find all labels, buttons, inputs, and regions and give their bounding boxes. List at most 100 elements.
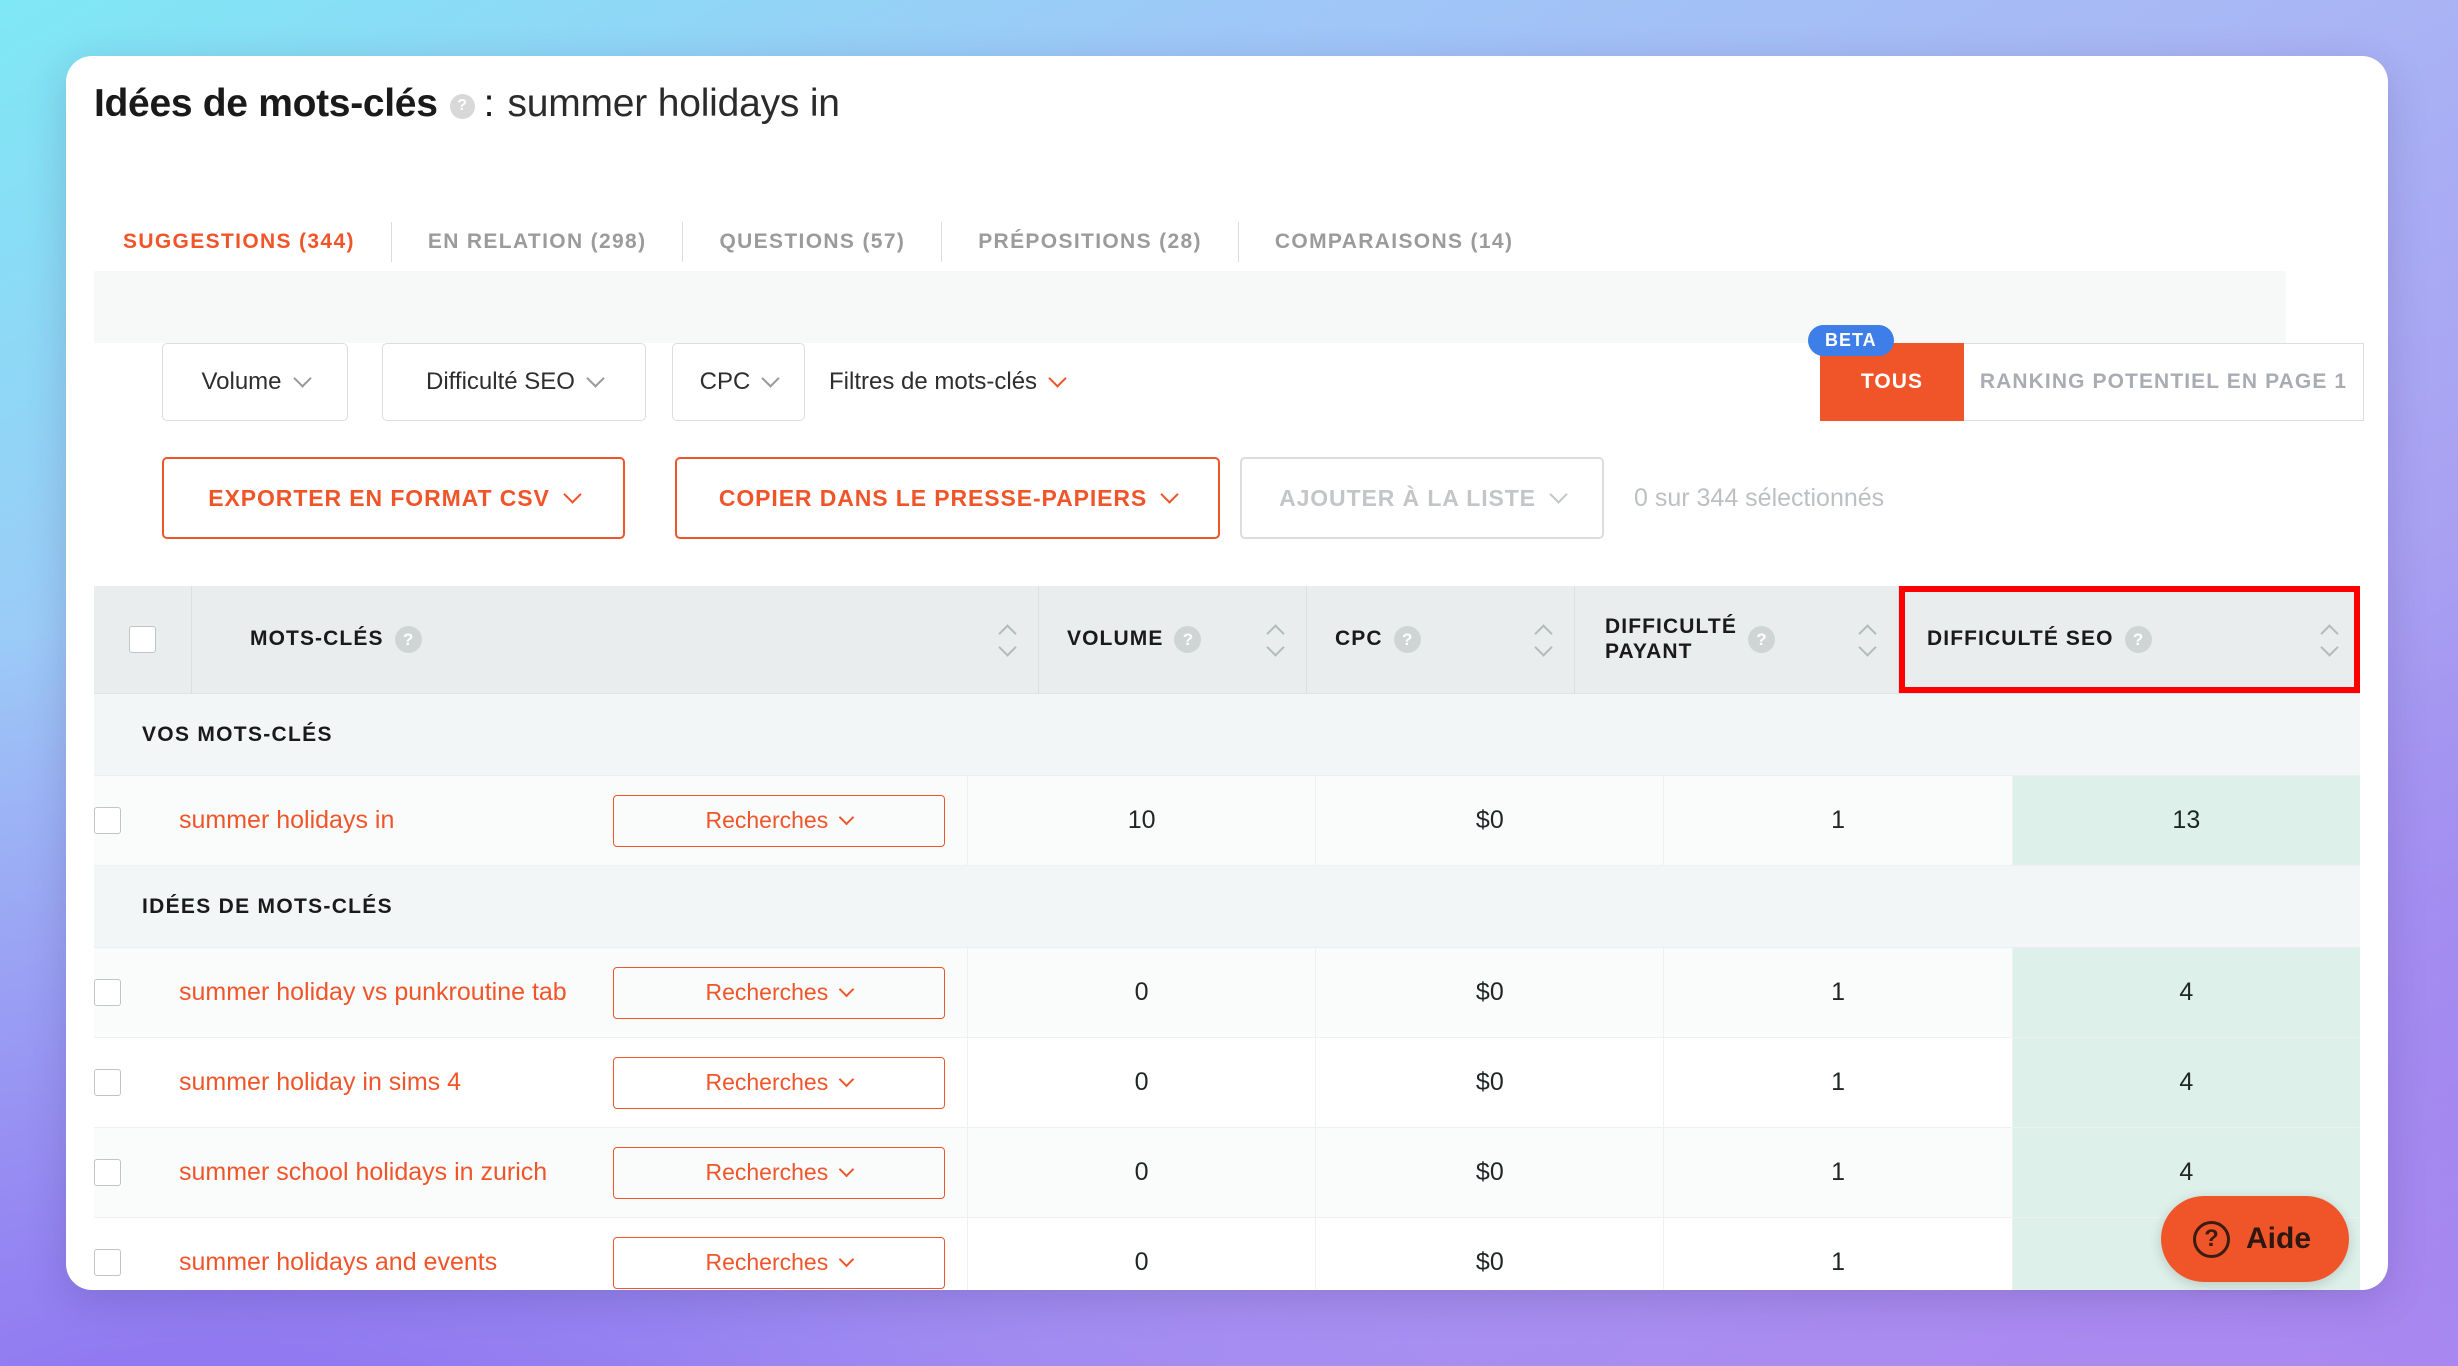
chevron-down-icon (838, 809, 855, 826)
row-select-cell (94, 1038, 121, 1127)
copy-clipboard-label: COPIER DANS LE PRESSE-PAPIERS (718, 484, 1148, 511)
keyword-link[interactable]: summer holiday in sims 4 (179, 1068, 613, 1097)
table-header-row: MOTS-CLÉS ? VOLUME ? CPC ? DIFFICULTÉ PA… (94, 586, 2360, 694)
page-title-bold: Idées de mots-clés (94, 82, 438, 125)
cpc-cell: $0 (1316, 948, 1665, 1037)
keyword-cell: summer holidays and events Recherches (121, 1218, 968, 1290)
table-row[interactable]: summer holiday vs punkroutine tab Recher… (94, 948, 2361, 1038)
volume-cell: 0 (968, 1128, 1317, 1217)
sort-descending-icon (1859, 644, 1876, 653)
table-row[interactable]: summer holidays and events Recherches 0 … (94, 1218, 2361, 1290)
sort-ascending-icon (2321, 626, 2338, 635)
sort-descending-icon (1267, 644, 1284, 653)
page-title-query: summer holidays in (507, 82, 840, 125)
searches-dropdown-button[interactable]: Recherches (612, 1146, 945, 1199)
keyword-link[interactable]: summer holidays and events (179, 1248, 613, 1277)
tab-en-relation[interactable]: EN RELATION (298) (392, 222, 684, 262)
column-header-cpc-label: CPC (1335, 627, 1383, 651)
seo-difficulty-cell: 13 (2012, 776, 2361, 865)
row-checkbox[interactable] (94, 1159, 121, 1186)
help-icon[interactable]: ? (1174, 626, 1202, 653)
sort-ascending-icon (999, 626, 1016, 635)
sort-descending-icon (2321, 644, 2338, 653)
paid-difficulty-line2: PAYANT (1605, 639, 1693, 663)
sort-seo-difficulty[interactable] (2321, 626, 2338, 653)
chevron-down-icon (838, 981, 855, 998)
column-header-paid-difficulty-label: DIFFICULTÉ PAYANT (1605, 615, 1737, 665)
copy-clipboard-button[interactable]: COPIER DANS LE PRESSE-PAPIERS (675, 457, 1220, 539)
help-icon[interactable]: ? (394, 626, 422, 653)
sort-descending-icon (999, 644, 1016, 653)
keyword-link[interactable]: summer school holidays in zurich (179, 1158, 613, 1187)
table-row[interactable]: summer holiday in sims 4 Recherches 0 $0… (94, 1038, 2361, 1128)
filter-volume[interactable]: Volume (162, 343, 348, 421)
help-icon[interactable]: ? (2124, 626, 2152, 653)
filter-cpc[interactable]: CPC (672, 343, 805, 421)
add-to-list-label: AJOUTER À LA LISTE (1279, 484, 1536, 511)
sort-cpc[interactable] (1535, 626, 1552, 653)
searches-dropdown-button[interactable]: Recherches (612, 1236, 945, 1289)
filter-keyword-filters[interactable]: Filtres de mots-clés (829, 343, 1067, 421)
page-title: Idées de mots-clés ? : summer holidays i… (94, 82, 840, 126)
keyword-link[interactable]: summer holiday vs punkroutine tab (179, 978, 613, 1007)
export-csv-button[interactable]: EXPORTER EN FORMAT CSV (162, 457, 625, 539)
chevron-down-icon (838, 1071, 855, 1088)
sort-ascending-icon (1535, 626, 1552, 635)
table-row[interactable]: summer school holidays in zurich Recherc… (94, 1128, 2361, 1218)
column-header-seo-difficulty[interactable]: DIFFICULTÉ SEO ? (1899, 586, 2360, 693)
tab-prepositions[interactable]: PRÉPOSITIONS (28) (942, 222, 1239, 262)
keyword-link[interactable]: summer holidays in (179, 806, 613, 835)
keyword-cell: summer holiday vs punkroutine tab Recher… (121, 948, 968, 1037)
tab-suggestions[interactable]: SUGGESTIONS (344) (91, 222, 392, 262)
row-checkbox[interactable] (94, 1249, 121, 1276)
chevron-down-icon (292, 368, 312, 388)
add-to-list-button: AJOUTER À LA LISTE (1240, 457, 1604, 539)
volume-cell: 0 (968, 1038, 1317, 1127)
paid-difficulty-cell: 1 (1664, 1218, 2013, 1290)
help-icon[interactable]: ? (1747, 626, 1775, 653)
sort-keywords[interactable] (999, 626, 1016, 653)
volume-cell: 0 (968, 948, 1317, 1037)
column-header-paid-difficulty[interactable]: DIFFICULTÉ PAYANT ? (1575, 586, 1899, 693)
searches-dropdown-button[interactable]: Recherches (612, 1056, 945, 1109)
question-mark-icon: ? (2193, 1220, 2230, 1258)
table-row[interactable]: summer holidays in Recherches 10 $0 1 13 (94, 776, 2361, 866)
paid-difficulty-cell: 1 (1664, 1038, 2013, 1127)
row-checkbox[interactable] (94, 1069, 121, 1096)
toolbar-background-strip (94, 271, 2286, 343)
column-header-volume[interactable]: VOLUME ? (1039, 586, 1307, 693)
volume-cell: 10 (968, 776, 1317, 865)
chevron-down-icon (1549, 484, 1568, 504)
row-checkbox[interactable] (94, 807, 121, 834)
row-select-cell (94, 776, 121, 865)
cpc-cell: $0 (1316, 1038, 1665, 1127)
tab-comparaisons[interactable]: COMPARAISONS (14) (1239, 222, 1549, 262)
select-all-checkbox[interactable] (129, 626, 156, 653)
row-select-cell (94, 948, 121, 1037)
help-widget-label: Aide (2246, 1222, 2312, 1255)
filter-seo-difficulty-label: Difficulté SEO (426, 368, 575, 395)
sort-volume[interactable] (1267, 626, 1284, 653)
column-header-seo-difficulty-label: DIFFICULTÉ SEO (1927, 627, 2114, 651)
filter-seo-difficulty[interactable]: Difficulté SEO (382, 343, 646, 421)
sort-paid-difficulty[interactable] (1859, 626, 1876, 653)
searches-dropdown-button[interactable]: Recherches (612, 794, 945, 847)
export-csv-label: EXPORTER EN FORMAT CSV (208, 484, 550, 511)
filter-cpc-label: CPC (699, 368, 751, 395)
selection-count: 0 sur 344 sélectionnés (1634, 483, 1885, 512)
keyword-cell: summer holidays in Recherches (121, 776, 968, 865)
help-icon[interactable]: ? (1393, 626, 1421, 653)
searches-label: Recherches (705, 1159, 829, 1185)
help-widget-button[interactable]: ? Aide (2161, 1196, 2350, 1282)
searches-dropdown-button[interactable]: Recherches (612, 966, 945, 1019)
row-checkbox[interactable] (94, 979, 121, 1006)
column-header-cpc[interactable]: CPC ? (1307, 586, 1575, 693)
tab-questions[interactable]: QUESTIONS (57) (683, 222, 943, 262)
cpc-cell: $0 (1316, 776, 1665, 865)
keyword-cell: summer school holidays in zurich Recherc… (121, 1128, 968, 1217)
toggle-ranking-potential-button[interactable]: RANKING POTENTIEL EN PAGE 1 (1964, 343, 2364, 421)
column-header-keywords[interactable]: MOTS-CLÉS ? (192, 586, 1039, 693)
title-help-icon[interactable]: ? (449, 93, 475, 119)
keyword-table: MOTS-CLÉS ? VOLUME ? CPC ? DIFFICULTÉ PA… (94, 586, 2361, 1290)
chevron-down-icon (586, 368, 605, 388)
